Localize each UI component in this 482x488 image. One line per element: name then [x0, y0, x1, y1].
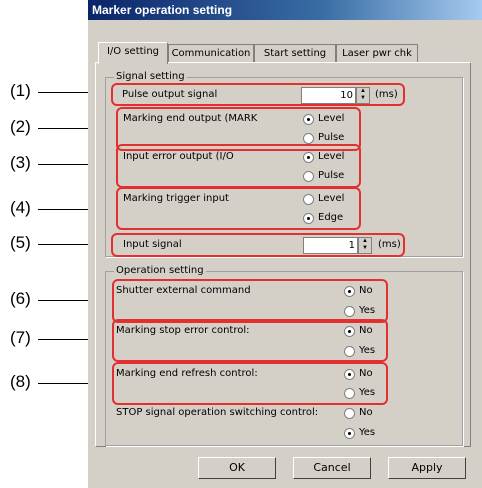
signal-setting-title: Signal setting — [114, 70, 187, 84]
annotation-1: (1) — [10, 81, 31, 100]
spin-up-icon[interactable]: ▲ — [359, 238, 371, 245]
pulse-output-field[interactable]: 10 — [301, 87, 356, 104]
stop-switch-label: STOP signal operation switching control: — [116, 407, 319, 418]
stop-switch-yes-label: Yes — [359, 427, 376, 438]
annotation-3: (3) — [10, 153, 31, 172]
pulse-output-unit: (ms) — [375, 89, 398, 100]
end-refresh-no-radio[interactable] — [344, 369, 355, 380]
stop-error-yes-label: Yes — [359, 345, 376, 356]
marking-end-pulse-radio[interactable] — [303, 133, 314, 144]
marking-trigger-edge-radio[interactable] — [303, 213, 314, 224]
spin-up-icon[interactable]: ▲ — [357, 88, 369, 95]
input-error-label: Input error output (I/O — [123, 151, 234, 162]
end-refresh-no-label: No — [359, 368, 373, 379]
spin-down-icon[interactable]: ▼ — [357, 95, 369, 102]
input-error-level-radio[interactable] — [303, 152, 314, 163]
marking-trigger-level-label: Level — [318, 193, 345, 204]
shutter-no-label: No — [359, 285, 373, 296]
input-error-pulse-label: Pulse — [318, 170, 345, 181]
shutter-no-radio[interactable] — [344, 286, 355, 297]
stop-error-yes-radio[interactable] — [344, 346, 355, 357]
cancel-button[interactable]: Cancel — [293, 457, 371, 479]
stop-error-no-label: No — [359, 325, 373, 336]
input-signal-unit: (ms) — [378, 239, 401, 250]
apply-button[interactable]: Apply — [388, 457, 466, 479]
tab-panel: Signal setting Pulse output signal 10 ▲ ▼… — [95, 62, 471, 447]
annotation-8: (8) — [10, 372, 31, 391]
pulse-output-label: Pulse output signal — [122, 89, 218, 100]
tab-laser-pwr-chk[interactable]: Laser pwr chk — [336, 44, 418, 63]
annotation-5: (5) — [10, 233, 31, 252]
marking-end-pulse-label: Pulse — [318, 132, 345, 143]
stop-error-label: Marking stop error control: — [116, 325, 250, 336]
end-refresh-label: Marking end refresh control: — [116, 368, 258, 379]
marking-trigger-label: Marking trigger input — [123, 193, 229, 204]
stop-switch-no-radio[interactable] — [344, 408, 355, 419]
end-refresh-yes-radio[interactable] — [344, 388, 355, 399]
annotation-4: (4) — [10, 198, 31, 217]
input-signal-spinner[interactable]: ▲ ▼ — [358, 237, 372, 254]
input-signal-label: Input signal — [123, 239, 182, 250]
stop-switch-yes-radio[interactable] — [344, 428, 355, 439]
end-refresh-yes-label: Yes — [359, 387, 376, 398]
input-error-pulse-radio[interactable] — [303, 171, 314, 182]
stop-error-no-radio[interactable] — [344, 326, 355, 337]
tab-communication[interactable]: Communication — [168, 44, 254, 63]
input-signal-field[interactable]: 1 — [303, 237, 358, 254]
shutter-yes-label: Yes — [359, 305, 376, 316]
annotation-6: (6) — [10, 289, 31, 308]
spin-down-icon[interactable]: ▼ — [359, 245, 371, 252]
tab-io-setting[interactable]: I/O setting — [98, 42, 168, 64]
stop-switch-no-label: No — [359, 407, 373, 418]
annotation-2: (2) — [10, 117, 31, 136]
tab-start-setting[interactable]: Start setting — [254, 44, 336, 63]
marking-trigger-level-radio[interactable] — [303, 194, 314, 205]
input-error-level-label: Level — [318, 151, 345, 162]
marking-trigger-edge-label: Edge — [318, 212, 344, 223]
marking-end-level-label: Level — [318, 113, 345, 124]
dialog-window: Marker operation setting I/O setting Com… — [88, 0, 482, 488]
shutter-label: Shutter external command — [116, 285, 251, 296]
shutter-yes-radio[interactable] — [344, 306, 355, 317]
pulse-output-spinner[interactable]: ▲ ▼ — [356, 87, 370, 104]
window-title: Marker operation setting — [88, 0, 482, 20]
annotation-7: (7) — [10, 328, 31, 347]
operation-setting-title: Operation setting — [114, 264, 206, 278]
marking-end-level-radio[interactable] — [303, 114, 314, 125]
marking-end-label: Marking end output (MARK — [123, 113, 258, 124]
ok-button[interactable]: OK — [198, 457, 276, 479]
